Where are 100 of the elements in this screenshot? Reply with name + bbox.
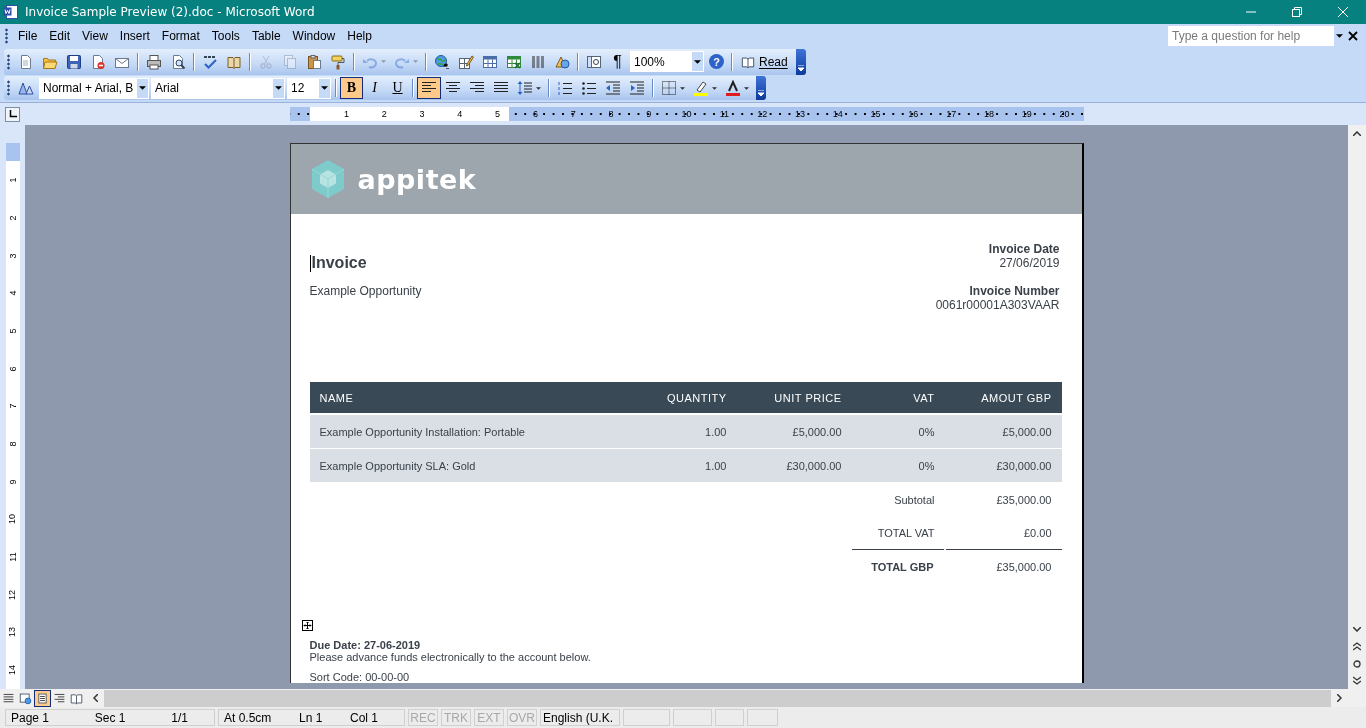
line-spacing-icon[interactable] — [517, 80, 533, 97]
column-header: UNIT PRICE — [736, 382, 852, 416]
ruler-number: 7 — [569, 108, 577, 122]
scroll-right-button[interactable] — [1331, 689, 1348, 707]
dropdown-arrow-icon[interactable] — [1335, 33, 1343, 38]
open-book-icon[interactable] — [741, 54, 755, 69]
ruler-number: 12 — [7, 589, 18, 600]
menu-item[interactable]: Table — [245, 26, 287, 45]
table-cell: 0% — [851, 449, 945, 484]
meta-value: 0061r00001A303VAAR — [935, 298, 1060, 313]
caret-icon[interactable] — [744, 86, 749, 90]
meta-label: Invoice Number — [969, 284, 1060, 299]
left-tab-icon[interactable] — [8, 110, 17, 119]
borders-icon[interactable] — [661, 80, 677, 97]
ruler-number: 14 — [7, 665, 18, 676]
status-text: Ln 1 — [299, 710, 323, 725]
ruler-number: 5 — [7, 328, 18, 334]
menu-item[interactable]: File — [12, 26, 44, 45]
caret-icon[interactable] — [536, 86, 541, 90]
circle-icon[interactable] — [1353, 659, 1361, 668]
italic-button[interactable]: I — [363, 77, 386, 100]
ruler-number: 14 — [831, 108, 844, 122]
column-header: VAT — [851, 382, 945, 416]
dropdown-arrow-icon[interactable] — [275, 86, 282, 91]
vertical-scrollbar[interactable] — [1348, 125, 1366, 690]
ruler-number: 10 — [680, 108, 693, 122]
scroll-left-button[interactable] — [87, 689, 104, 707]
help-button[interactable]: ? — [705, 50, 728, 73]
caret-icon[interactable] — [758, 90, 764, 97]
underline-button[interactable]: U — [386, 77, 409, 100]
chevron-down-icon[interactable] — [1353, 627, 1361, 633]
double-chevron-up-icon[interactable] — [1353, 642, 1361, 652]
font-size-dropdown[interactable]: 12 — [287, 77, 331, 99]
read-button[interactable]: Read — [736, 50, 793, 73]
ruler-number: 9 — [7, 479, 18, 485]
vertical-ruler[interactable]: 1 2 3 4 5 6 7 8 9 10 11 12 13 14 — [5, 143, 20, 690]
ruler-number: 12 — [756, 108, 769, 122]
table-cell: 1.00 — [636, 415, 737, 450]
meta-label: Invoice Date — [988, 242, 1060, 257]
dropdown-arrow-icon[interactable] — [694, 59, 701, 64]
toolbar-options-button[interactable] — [756, 75, 766, 101]
chevron-left-icon[interactable] — [93, 694, 98, 703]
total-label: TOTAL VAT — [876, 525, 936, 541]
status-text: Sec 1 — [94, 710, 126, 725]
table-cell: £5,000.00 — [736, 415, 852, 450]
ruler-number: 11 — [718, 108, 731, 122]
toolbar-options-button[interactable] — [795, 48, 806, 75]
table-cell: 0% — [851, 415, 945, 450]
status-text: Page 1 — [11, 710, 50, 725]
status-text: At 0.5cm — [224, 710, 272, 725]
menu-item[interactable]: Edit — [43, 26, 77, 45]
close-icon[interactable] — [1338, 7, 1348, 17]
ruler-number: 11 — [7, 552, 18, 562]
caret-icon[interactable] — [797, 64, 804, 71]
menu-item[interactable]: Format — [155, 26, 206, 45]
ruler-number: 15 — [869, 108, 882, 122]
style-dropdown[interactable]: Normal + Arial, B — [39, 77, 149, 99]
zoom-dropdown[interactable]: 100% — [630, 51, 704, 73]
double-chevron-down-icon[interactable] — [1353, 676, 1361, 686]
ruler-number: 3 — [418, 108, 426, 122]
menu-item[interactable]: Window — [286, 26, 342, 45]
chevron-up-icon[interactable] — [1353, 131, 1361, 137]
ruler-number: 17 — [945, 108, 958, 122]
menu-item[interactable]: View — [76, 26, 114, 45]
menu-item[interactable]: Insert — [113, 26, 156, 45]
language-status[interactable]: English (U.K. — [540, 709, 620, 727]
menu-item[interactable]: Help — [341, 26, 378, 45]
total-label: TOTAL GBP — [851, 549, 944, 585]
dropdown-arrow-icon[interactable] — [139, 86, 146, 91]
ruler-number: 19 — [1020, 108, 1033, 122]
invoice-title: Invoice — [309, 254, 368, 273]
close-document-icon[interactable] — [1348, 30, 1358, 41]
ruler-number: 4 — [456, 108, 464, 122]
restore-icon[interactable] — [1292, 7, 1302, 17]
ruler-number: 6 — [7, 366, 18, 372]
show-formatting-button[interactable]: ¶ — [606, 50, 629, 73]
table-cell: Example Opportunity SLA: Gold — [309, 449, 637, 484]
menu-item[interactable]: Tools — [205, 26, 246, 45]
font-color-icon[interactable] — [725, 80, 741, 97]
due-date: Due Date: 27-06-2019 — [309, 639, 422, 652]
ruler-number: 13 — [7, 627, 18, 638]
table-cell: £30,000.00 — [944, 449, 1062, 484]
dropdown-arrow-icon[interactable] — [321, 86, 328, 91]
ruler-number: 18 — [982, 108, 995, 122]
caret-icon[interactable] — [712, 86, 717, 90]
ruler-number: 8 — [7, 441, 18, 447]
highlighter-icon[interactable] — [693, 80, 709, 97]
payment-instructions: Please advance funds electronically to the account below. — [309, 651, 592, 664]
ruler-number: 2 — [380, 108, 388, 122]
font-dropdown[interactable]: Arial — [151, 77, 285, 99]
bold-button[interactable]: B — [340, 77, 363, 100]
table-move-handle-icon[interactable] — [301, 620, 313, 632]
chevron-right-icon[interactable] — [1337, 694, 1342, 703]
tab-selector[interactable] — [5, 106, 20, 122]
help-search-field[interactable]: Type a question for help — [1168, 25, 1344, 46]
ruler-number: 4 — [7, 290, 18, 296]
status-panel — [673, 709, 712, 727]
ruler-number: 20 — [1058, 108, 1071, 122]
caret-icon[interactable] — [680, 86, 685, 90]
total-label: Subtotal — [893, 492, 936, 508]
